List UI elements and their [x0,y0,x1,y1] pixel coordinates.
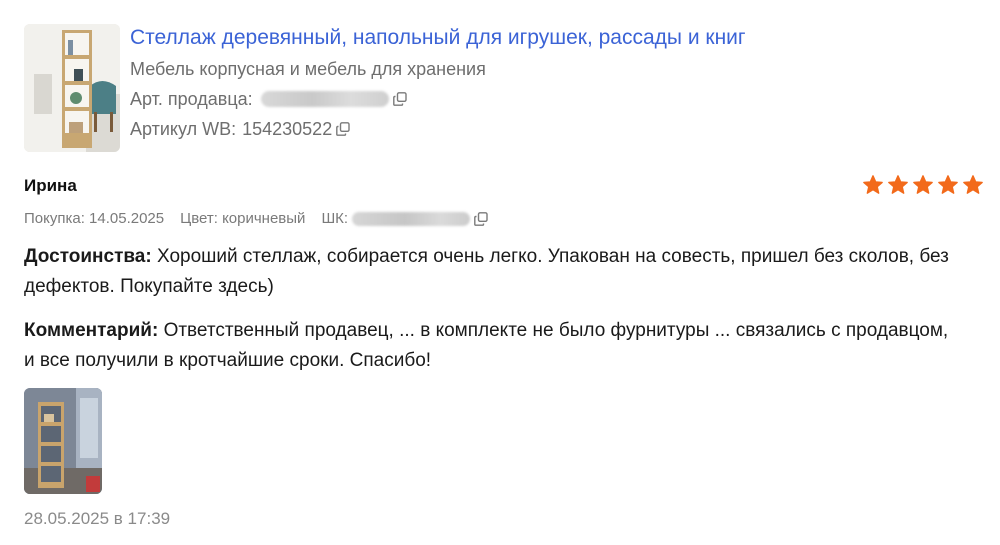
wb-article-label: Артикул WB: [130,119,237,139]
purchase-info: Покупка: 14.05.2025 Цвет: коричневый ШК: [24,210,488,227]
seller-article-row: Арт. продавца: [130,87,970,111]
product-thumbnail[interactable] [24,24,120,152]
review-photo[interactable] [24,388,102,494]
star-icon [863,175,883,194]
review-date: 28.05.2025 в 17:39 [24,509,171,528]
wb-article-value: 154230522 [242,119,333,139]
purchase-color: Цвет: коричневый [180,210,306,227]
seller-article-redacted [260,91,389,107]
star-icon [888,175,908,194]
purchase-date: Покупка: 14.05.2025 [24,210,165,227]
customer-photo-bookshelf-icon [24,388,102,494]
bookshelf-product-photo-icon [24,24,120,152]
review-author: Ирина [24,176,77,195]
wb-article-row: Артикул WB: 154230522 [130,117,970,141]
star-icon [913,175,933,194]
product-card: Стеллаж деревянный, напольный для игруше… [24,24,974,152]
review-comment: Комментарий: Ответственный продавец, ...… [24,316,964,376]
pros-text: Хороший стеллаж, собирается очень легко.… [24,246,949,297]
product-info: Стеллаж деревянный, напольный для игруше… [130,24,970,141]
copy-icon[interactable] [336,122,350,136]
star-rating [862,174,984,196]
pros-label: Достоинства: [24,246,152,267]
star-icon [963,175,983,194]
review-pros: Достоинства: Хороший стеллаж, собирается… [24,242,964,302]
product-category: Мебель корпусная и мебель для хранения [130,59,486,79]
star-icon [938,175,958,194]
comment-text: Ответственный продавец, ... в комплекте … [24,320,949,371]
product-title-link[interactable]: Стеллаж деревянный, напольный для игруше… [130,24,970,54]
seller-article-label: Арт. продавца: [130,89,253,109]
barcode-redacted [352,211,471,226]
barcode-label: ШК: [321,210,349,227]
copy-icon[interactable] [392,92,407,106]
comment-label: Комментарий: [24,320,159,341]
copy-icon[interactable] [474,211,488,226]
